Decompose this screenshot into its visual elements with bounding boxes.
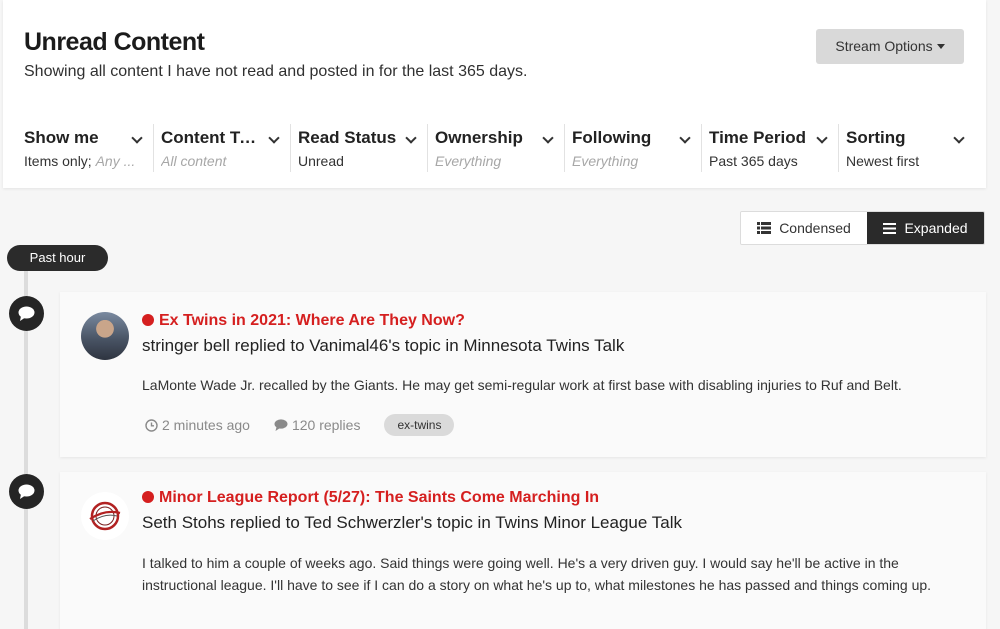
timestamp: 2 minutes ago [145,417,250,433]
filter-label: Ownership [435,128,523,147]
clock-icon [145,418,158,432]
page-subtitle: Showing all content I have not read and … [24,63,528,80]
comment-icon [274,419,288,431]
filter-value-main: Items only; [24,153,92,169]
avatar[interactable] [81,312,129,360]
chevron-down-icon [542,132,554,144]
filter-label: Following [572,128,652,147]
filter-label: Sorting [846,128,906,147]
page-title: Unread Content [24,28,205,56]
post-snippet: LaMonte Wade Jr. recalled by the Giants.… [142,377,902,393]
filter-label: Time Period [709,128,806,147]
expanded-view-button[interactable]: Expanded [867,212,984,244]
filter-value: All content [161,153,227,169]
menu-icon [883,213,897,244]
filter-content-type[interactable]: Content Ty... All content [153,120,290,175]
item-stats: 2 minutes ago 120 replies ex-twins [145,414,455,436]
replies-text: 120 replies [291,417,361,433]
expanded-label: Expanded [904,220,968,236]
unread-dot-icon [142,314,154,326]
caret-down-icon [936,44,945,49]
view-toggle: Condensed Expanded [740,211,985,245]
chevron-down-icon [405,132,417,144]
tag-badge[interactable]: ex-twins [384,414,455,436]
chevron-down-icon [953,132,965,144]
list-icon [757,213,772,244]
filter-following[interactable]: Following Everything [564,120,701,175]
filter-value: Unread [298,153,344,169]
filter-value: Newest first [846,153,920,169]
filter-value: Past 365 days [709,153,798,169]
activity-meta: Seth Stohs replied to Ted Schwerzler's t… [142,513,682,532]
stream-header: Unread Content Showing all content I hav… [3,0,986,188]
chevron-down-icon [131,132,143,144]
filter-label: Read Status [298,128,397,147]
time-group-badge: Past hour [7,245,108,271]
activity-item: Ex Twins in 2021: Where Are They Now? st… [60,292,986,457]
stream-options-button[interactable]: Stream Options [816,29,964,64]
condensed-view-button[interactable]: Condensed [741,212,867,244]
filter-bar: Show me Items only; Any ... Content Ty..… [16,120,976,175]
filter-ownership[interactable]: Ownership Everything [427,120,564,175]
filter-value-extra: Any ... [95,153,136,169]
avatar[interactable] [81,492,129,540]
stream-options-label: Stream Options [835,38,933,54]
filter-label: Content Ty... [161,128,261,147]
filter-label: Show me [24,128,99,147]
filter-value: Everything [435,153,502,169]
unread-dot-icon [142,491,154,503]
filter-sorting[interactable]: Sorting Newest first [838,120,975,175]
topic-title-link[interactable]: Ex Twins in 2021: Where Are They Now? [142,312,465,330]
post-snippet: I talked to him a couple of weeks ago. S… [142,555,932,593]
time-text: 2 minutes ago [162,417,250,433]
topic-title: Minor League Report (5/27): The Saints C… [159,489,600,506]
condensed-label: Condensed [779,220,851,236]
chevron-down-icon [268,132,280,144]
chevron-down-icon [679,132,691,144]
filter-read-status[interactable]: Read Status Unread [290,120,427,175]
comment-bubble-icon [9,296,44,331]
chevron-down-icon [816,132,828,144]
activity-meta: stringer bell replied to Vanimal46's top… [142,336,625,355]
activity-item: Minor League Report (5/27): The Saints C… [60,472,986,629]
filter-show-me[interactable]: Show me Items only; Any ... [16,120,153,175]
filter-value: Items only; Any ... [24,153,144,169]
filter-value: Everything [572,153,639,169]
topic-title: Ex Twins in 2021: Where Are They Now? [159,312,465,329]
team-logo-icon [89,501,121,531]
reply-count: 120 replies [274,417,361,433]
filter-time-period[interactable]: Time Period Past 365 days [701,120,838,175]
topic-title-link[interactable]: Minor League Report (5/27): The Saints C… [142,489,599,507]
comment-bubble-icon [9,474,44,509]
